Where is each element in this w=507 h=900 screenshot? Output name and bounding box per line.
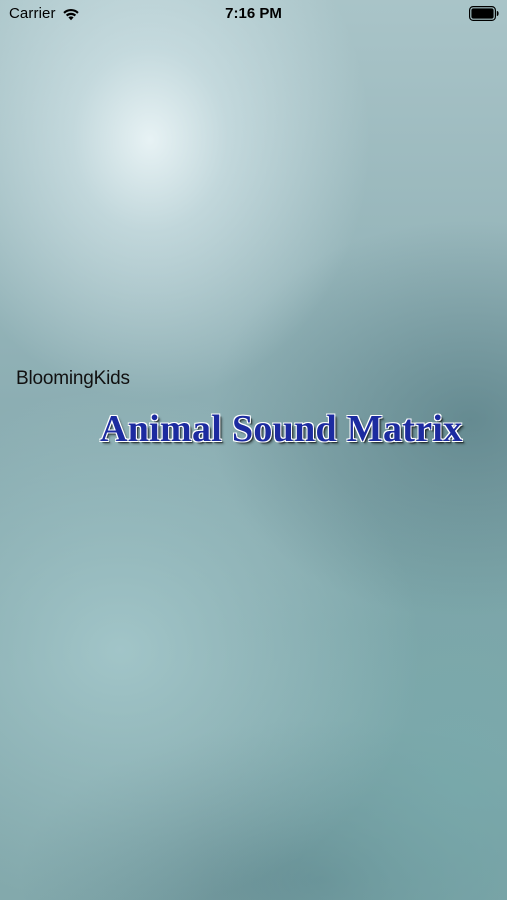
developer-name: BloomingKids — [16, 368, 130, 389]
battery-full-icon — [469, 6, 499, 21]
status-time: 7:16 PM — [225, 5, 282, 22]
status-bar: Carrier 7:16 PM — [0, 0, 507, 28]
app-title: Animal Sound Matrix — [100, 408, 463, 450]
